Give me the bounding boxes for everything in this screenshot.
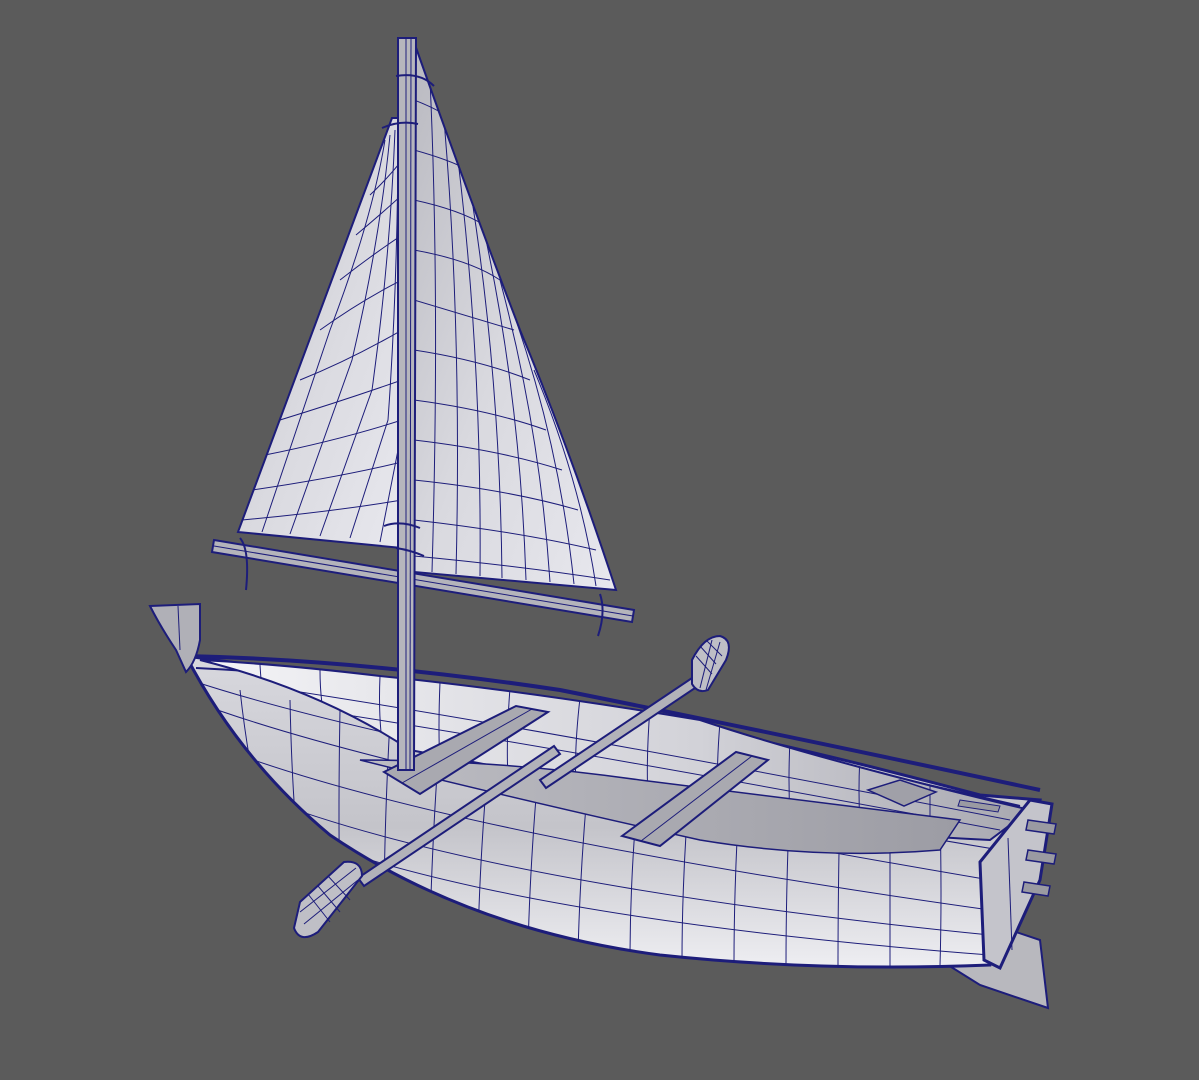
bow-stem[interactable] <box>148 602 201 674</box>
boat-model-wireframe <box>148 37 1057 1010</box>
sail[interactable] <box>236 41 618 592</box>
3d-viewport[interactable] <box>0 0 1199 1080</box>
